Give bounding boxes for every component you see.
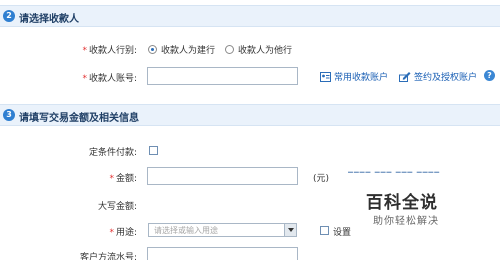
payee-account-input[interactable] xyxy=(147,67,298,85)
radio-ccb-label[interactable]: 收款人为建行 xyxy=(161,43,215,56)
chevron-down-icon[interactable] xyxy=(284,224,296,236)
section-title: 请填写交易金额及相关信息 xyxy=(19,113,139,124)
purpose-select[interactable]: 请选择或输入用途 xyxy=(148,223,297,237)
serial-number-input[interactable] xyxy=(147,247,298,260)
step-number-icon: 3 xyxy=(3,109,15,121)
amount-input[interactable] xyxy=(147,167,298,185)
radio-other-bank[interactable] xyxy=(225,44,235,54)
purpose-label: * 用途: xyxy=(109,228,137,238)
watermark-subtitle: 助你轻松解决 xyxy=(373,216,439,227)
purpose-placeholder: 请选择或输入用途 xyxy=(154,226,218,235)
conditional-payment-label: 定条件付款: xyxy=(88,148,137,158)
amount-hint-text: ━━━━ ━━━ ━━━ ━━━━ xyxy=(348,168,441,175)
common-accounts-link-label[interactable]: 常用收款账户 xyxy=(334,70,388,83)
amount-unit: (元) xyxy=(313,174,330,184)
purpose-setting-checkbox[interactable] xyxy=(320,226,329,235)
payee-account-label: * 收款人账号: xyxy=(82,74,137,84)
section-title: 请选择收款人 xyxy=(19,14,79,25)
amount-label: * 金额: xyxy=(109,174,137,184)
payee-bank-radio-group: 收款人为建行 收款人为他行 xyxy=(148,42,302,56)
signed-authorized-link-label[interactable]: 签约及授权账户 xyxy=(414,70,477,83)
help-icon[interactable]: ? xyxy=(484,70,495,81)
purpose-setting-label[interactable]: 设置 xyxy=(333,225,351,238)
conditional-payment-checkbox[interactable] xyxy=(149,146,158,155)
step-number-icon: 2 xyxy=(3,10,15,22)
section-header-payee: 2 请选择收款人 xyxy=(0,5,500,27)
common-accounts-link[interactable]: 常用收款账户 xyxy=(320,70,388,83)
uppercase-amount-label: 大写金额: xyxy=(97,202,137,212)
address-card-icon xyxy=(320,71,331,82)
serial-number-label: 客户方流水号: xyxy=(79,253,137,260)
signed-authorized-link[interactable]: 签约及授权账户 xyxy=(399,70,477,83)
radio-other-bank-label[interactable]: 收款人为他行 xyxy=(238,43,292,56)
radio-ccb[interactable] xyxy=(148,44,157,54)
sign-edit-icon xyxy=(399,72,411,82)
payee-bank-label: * 收款人行别: xyxy=(82,46,137,56)
section-header-amount: 3 请填写交易金额及相关信息 xyxy=(0,104,500,126)
watermark-title: 百科全说 xyxy=(366,193,438,213)
